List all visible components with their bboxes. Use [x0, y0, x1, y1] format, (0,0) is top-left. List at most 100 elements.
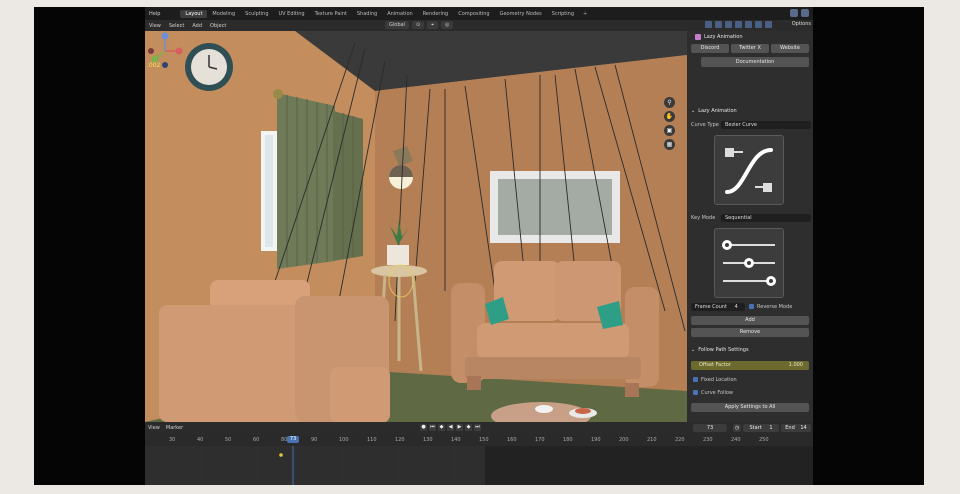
discord-button[interactable]: Discord [691, 44, 729, 53]
reverse-mode-checkbox[interactable] [749, 304, 754, 309]
play-icon[interactable]: ▶ [456, 424, 463, 431]
ortho-toggle-icon[interactable]: ▦ [664, 139, 675, 150]
start-label: Start [749, 425, 762, 431]
pivot-icon[interactable]: ⊙ [411, 21, 425, 29]
side-table [371, 265, 427, 277]
menu-view[interactable]: View [145, 23, 165, 29]
playback-controls: ● ⏮ ◆ ◀ ▶ ◆ ⏭ [420, 424, 481, 431]
discord-label: Discord [700, 45, 720, 51]
tab-geometry-nodes[interactable]: Geometry Nodes [495, 10, 547, 18]
timeline-tick: 160 [507, 437, 517, 443]
curve-type-label: Curve Type [691, 122, 719, 128]
key-mode-label: Key Mode [691, 215, 716, 221]
visibility-icon[interactable] [705, 21, 712, 28]
start-frame-field[interactable]: Start 1 [743, 424, 779, 432]
tab-rendering[interactable]: Rendering [418, 10, 454, 18]
zoom-icon[interactable]: ⚲ [664, 97, 675, 108]
frame-count-field[interactable]: Frame Count 4 [691, 303, 745, 311]
follow-section-title: Follow Path Settings [698, 346, 749, 353]
timeline-marker-menu[interactable]: Marker [163, 425, 186, 431]
prev-key-icon[interactable]: ◆ [438, 424, 445, 431]
tab-animation[interactable]: Animation [382, 10, 418, 18]
timeline-tick: 30 [169, 437, 176, 443]
menu-select[interactable]: Select [165, 23, 188, 29]
remove-button[interactable]: Remove [691, 328, 809, 337]
timeline-view-menu[interactable]: View [145, 425, 163, 431]
record-icon[interactable]: ● [420, 424, 427, 431]
timeline-tick: 140 [451, 437, 461, 443]
solid-shading-icon[interactable] [745, 21, 752, 28]
3d-viewport[interactable]: .002 ⚲ ✋ ▣ ▦ [145, 31, 687, 422]
tab-compositing[interactable]: Compositing [453, 10, 494, 18]
key-mode-dropdown[interactable]: Sequential [721, 214, 811, 222]
pan-icon[interactable]: ✋ [664, 111, 675, 122]
snap-icon[interactable]: ⌖ [427, 21, 438, 29]
timeline-tick: 110 [367, 437, 377, 443]
gizmo-icon[interactable] [715, 21, 722, 28]
tab-uv-editing[interactable]: UV Editing [274, 10, 310, 18]
timeline-tick: 40 [197, 437, 204, 443]
material-shading-icon[interactable] [755, 21, 762, 28]
timeline-tick: 230 [703, 437, 713, 443]
timeline-tick: 100 [339, 437, 349, 443]
section-title: Lazy Animation [698, 107, 737, 114]
tab-sculpting[interactable]: Sculpting [240, 10, 273, 18]
website-button[interactable]: Website [771, 44, 809, 53]
tab-layout[interactable]: Layout [180, 9, 208, 18]
end-value: 14 [800, 425, 807, 431]
offset-factor-slider[interactable]: Offset Factor 1.000 [691, 361, 809, 370]
curve-type-dropdown[interactable]: Bezier Curve [721, 121, 811, 129]
jump-end-icon[interactable]: ⏭ [474, 424, 481, 431]
timeline-tick: 150 [479, 437, 489, 443]
camera-view-icon[interactable]: ▣ [664, 125, 675, 136]
twitter-label: Twitter X [739, 45, 761, 51]
curtain [277, 93, 335, 269]
fixed-location-checkbox[interactable] [693, 377, 698, 382]
timeline-ruler[interactable]: 30 40 50 60 80 90 100 110 120 130 140 150 160 170 180 1… [145, 434, 813, 446]
end-label: End [785, 425, 795, 431]
curve-follow-label: Curve Follow [701, 390, 734, 396]
tab-texture-paint[interactable]: Texture Paint [310, 10, 352, 18]
lazy-animation-section[interactable]: ⌄ Lazy Animation [691, 106, 737, 115]
timeline-tick: 200 [619, 437, 629, 443]
chevron-down-icon: ⌄ [691, 107, 696, 114]
scene-controls [790, 9, 809, 17]
menu-object[interactable]: Object [206, 23, 230, 29]
timeline-tick: 60 [253, 437, 260, 443]
transform-orientation[interactable]: Global [385, 21, 409, 29]
documentation-button[interactable]: Documentation [701, 57, 809, 67]
follow-path-section[interactable]: ⌄ Follow Path Settings [691, 345, 749, 354]
apply-settings-button[interactable]: Apply Settings to All [691, 403, 809, 412]
timeline-tracks[interactable] [145, 446, 813, 485]
end-frame-field[interactable]: End 14 [781, 424, 811, 432]
overlay-icon[interactable] [725, 21, 732, 28]
rendered-shading-icon[interactable] [765, 21, 772, 28]
jump-start-icon[interactable]: ⏮ [429, 424, 436, 431]
menu-help[interactable]: Help [145, 11, 164, 17]
options-menu[interactable]: Options [792, 21, 811, 27]
view-layer-icon[interactable] [801, 9, 809, 17]
playhead-frame[interactable]: 73 [287, 436, 299, 443]
timeline-tick: 220 [675, 437, 685, 443]
fixed-location-label: Fixed Location [701, 377, 737, 383]
curve-follow-checkbox[interactable] [693, 390, 698, 395]
xray-icon[interactable] [735, 21, 742, 28]
frame-count-label: Frame Count [695, 304, 728, 310]
next-key-icon[interactable]: ◆ [465, 424, 472, 431]
add-button[interactable]: Add [691, 316, 809, 325]
key-mode-value: Sequential [725, 215, 752, 221]
current-frame-field[interactable]: 73 [693, 424, 727, 432]
tab-shading[interactable]: Shading [352, 10, 382, 18]
play-reverse-icon[interactable]: ◀ [447, 424, 454, 431]
tab-modeling[interactable]: Modeling [207, 10, 240, 18]
addon-title-row: Lazy Animation [695, 32, 743, 41]
tab-scripting[interactable]: Scripting [547, 10, 579, 18]
add-workspace-button[interactable]: + [579, 11, 591, 17]
twitter-button[interactable]: Twitter X [731, 44, 769, 53]
proportional-icon[interactable]: ◎ [440, 21, 454, 29]
navigation-gizmo[interactable] [145, 31, 185, 71]
scene-icon[interactable] [790, 9, 798, 17]
menu-add[interactable]: Add [188, 23, 206, 29]
stopwatch-icon[interactable]: ◷ [733, 424, 741, 432]
add-label: Add [745, 317, 755, 323]
